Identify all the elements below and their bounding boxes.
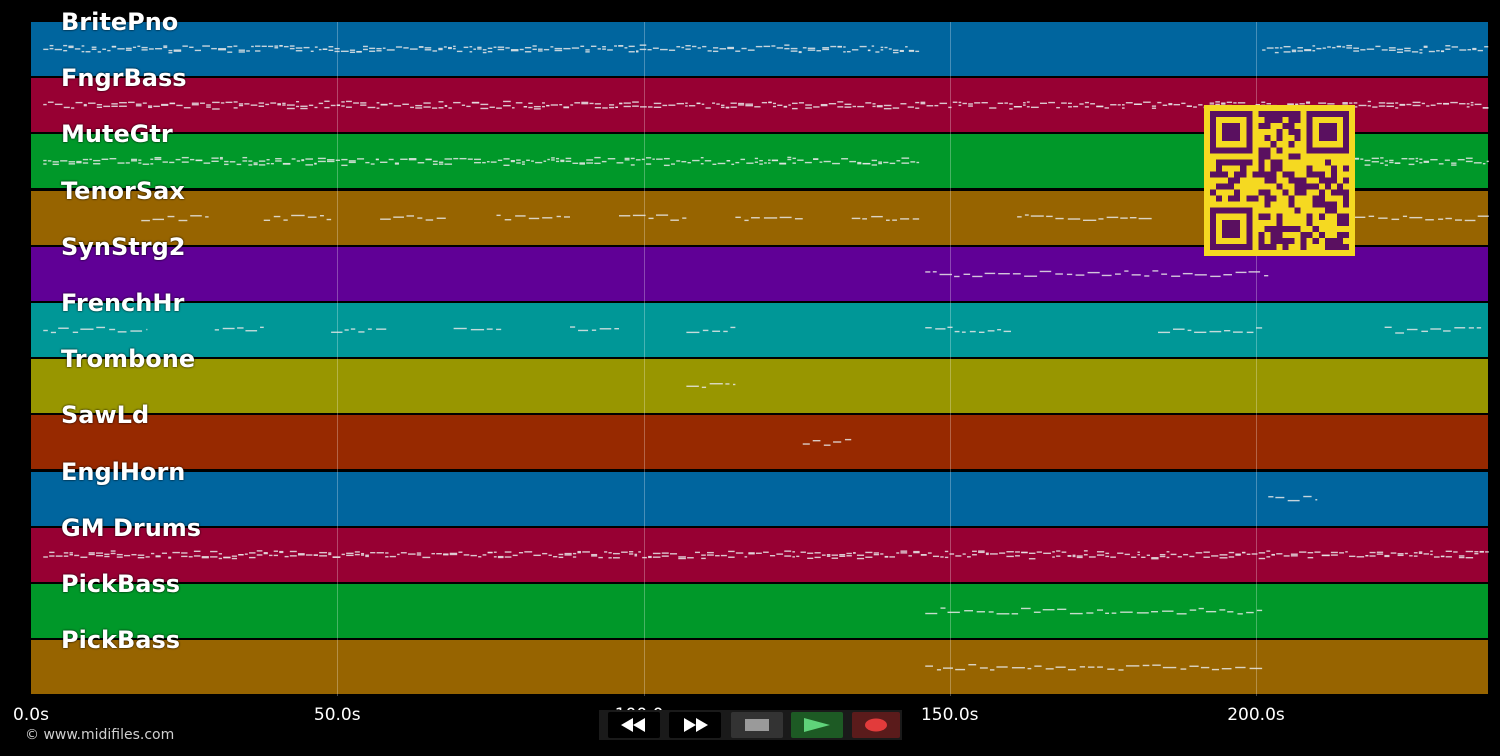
qr-code-icon[interactable] [1204, 105, 1355, 256]
fast-forward-icon [684, 718, 708, 732]
piano-roll-stage: BritePno FngrBass MuteGtr TenorSax SynStrg2 F… [0, 0, 1500, 756]
play-icon [804, 718, 830, 732]
record-icon [865, 718, 887, 732]
rewind-button[interactable] [608, 712, 660, 738]
track-name: EnglHorn [61, 457, 186, 486]
transport-controls [599, 710, 902, 740]
time-tick-label: 0.0s [13, 705, 49, 725]
track-lane[interactable] [31, 640, 1488, 695]
track-name: PickBass [61, 626, 181, 655]
stop-icon [745, 719, 769, 731]
fast-forward-button[interactable] [669, 712, 721, 738]
time-tick-label: 200.0s [1227, 705, 1285, 725]
track-name: Trombone [61, 345, 196, 374]
track-name: BritePno [61, 8, 179, 36]
track-lane[interactable] [31, 22, 1488, 76]
record-button[interactable] [852, 712, 900, 738]
track-lane[interactable] [31, 359, 1488, 414]
track-name: MuteGtr [61, 120, 173, 149]
copyright-text: © www.midifiles.com [25, 727, 175, 743]
track-name: FngrBass [61, 64, 187, 93]
track-lane[interactable] [31, 471, 1488, 526]
time-tick-label: 50.0s [313, 705, 361, 725]
track-name: SynStrg2 [61, 232, 186, 261]
track-lane[interactable] [31, 584, 1488, 638]
time-tick-label: 150.0s [920, 705, 979, 725]
track-name: GM Drums [61, 513, 202, 542]
stop-button[interactable] [731, 712, 783, 738]
track-lane[interactable] [31, 415, 1488, 470]
track-name: FrenchHr [61, 289, 185, 317]
grid-line [643, 22, 645, 696]
track-name: PickBass [61, 570, 181, 598]
track-lane[interactable] [31, 303, 1488, 357]
track-lane[interactable] [31, 527, 1488, 582]
play-button[interactable] [791, 712, 843, 738]
grid-line [949, 22, 951, 696]
track-name: SawLd [61, 401, 150, 430]
grid-line [337, 22, 339, 696]
rewind-icon [621, 718, 645, 732]
track-name: TenorSax [61, 176, 185, 205]
